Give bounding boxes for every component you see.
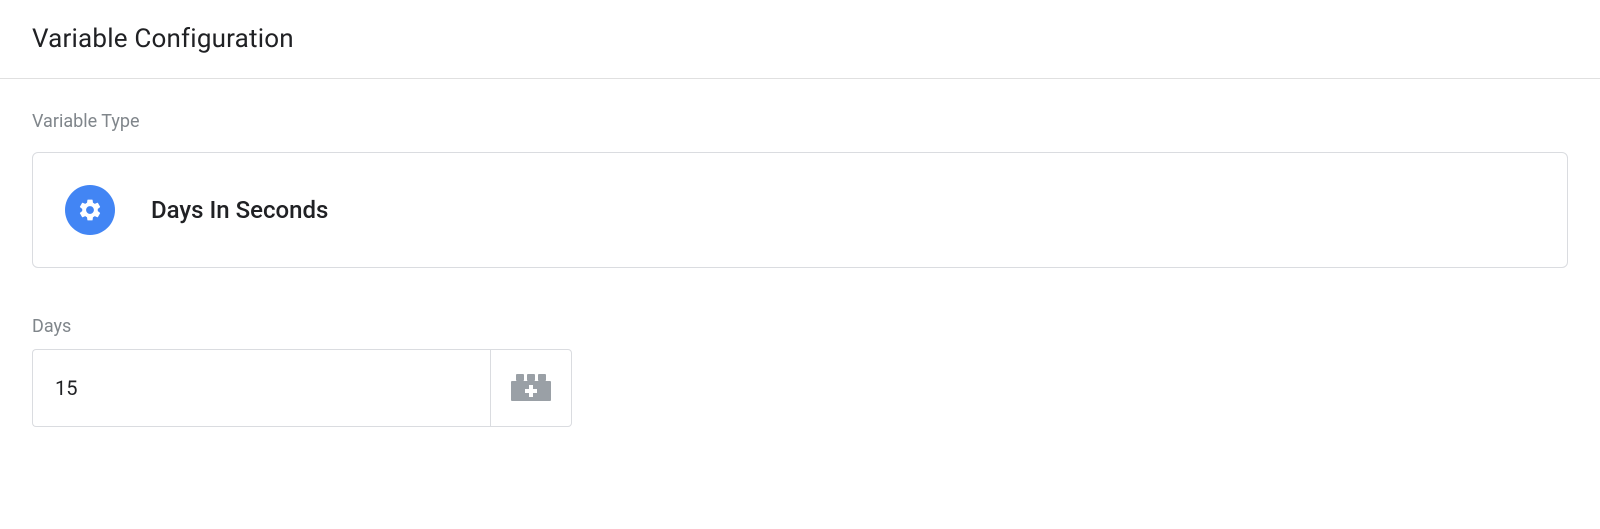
days-field-group: Days	[32, 316, 1568, 427]
insert-variable-button[interactable]	[490, 349, 572, 427]
days-label: Days	[32, 316, 1568, 337]
brick-plus-icon	[508, 371, 554, 406]
variable-type-label: Variable Type	[32, 111, 1568, 132]
config-content: Variable Type Days In Seconds Days	[0, 79, 1600, 459]
variable-type-card[interactable]: Days In Seconds	[32, 152, 1568, 268]
days-input-row	[32, 349, 572, 427]
config-header: Variable Configuration	[0, 0, 1600, 79]
gear-icon	[65, 185, 115, 235]
variable-type-name: Days In Seconds	[151, 196, 328, 224]
page-title: Variable Configuration	[32, 24, 1568, 54]
days-input[interactable]	[32, 349, 490, 427]
